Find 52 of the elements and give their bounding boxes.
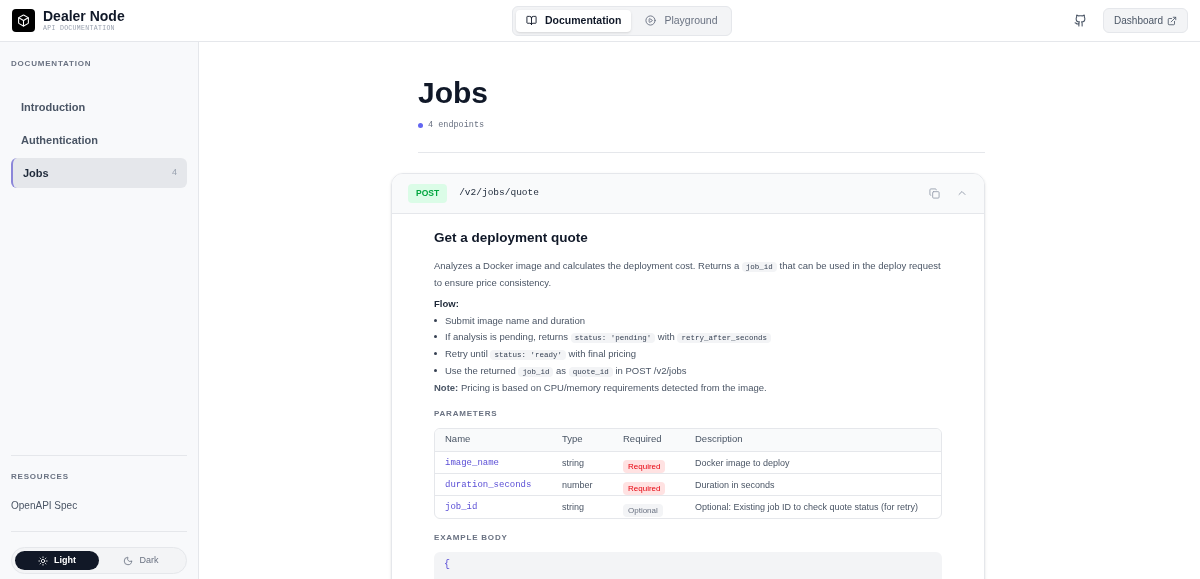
bullet-icon [434,352,437,356]
param-description: Duration in seconds [695,478,776,492]
sidebar-item[interactable]: Introduction [11,92,187,122]
page-title: Jobs [418,75,490,111]
external-link-icon [1167,15,1177,26]
bullet-icon [434,319,437,323]
example-heading: EXAMPLE BODY [434,531,509,544]
param-type: string [562,500,585,514]
param-name: image_name [445,456,500,470]
view-tab[interactable]: Playground [635,9,728,32]
endpoint-header[interactable]: POST /v2/jobs/quote [392,173,984,214]
note-text: Note: Pricing is based on CPU/memory requirements detected from the image. [434,381,768,396]
column-header: Required [623,432,663,447]
bullet-icon [434,369,437,373]
logo-icon [12,9,35,32]
endpoint-count: 4 endpoints [428,119,485,132]
resource-link[interactable]: OpenAPI Spec [11,498,187,513]
endpoint-title: Get a deployment quote [434,228,589,247]
code-block: { [434,551,942,579]
dashboard-button[interactable]: Dashboard [1103,8,1188,33]
github-icon[interactable] [1074,14,1088,27]
param-type: number [562,478,594,492]
parameters-heading: PARAMETERS [434,407,499,420]
method-badge: POST [408,183,448,203]
copy-icon[interactable] [929,187,940,199]
sidebar-item[interactable]: Jobs 4 [11,158,187,188]
brand-name: Dealer Node [43,8,125,23]
flow-heading: Flow: [434,297,460,311]
flow-step: Submit image name and duration [445,313,585,330]
book-icon [526,15,537,26]
param-name: job_id [445,500,479,514]
sidebar-item[interactable]: Authentication [11,125,187,155]
endpoint-path: /v2/jobs/quote [459,186,539,201]
column-header: Name [445,432,472,447]
column-header: Type [562,432,584,447]
sidebar-heading: DOCUMENTATION [11,58,93,70]
param-type: string [562,456,585,470]
theme-option[interactable]: Light [15,551,99,570]
view-tab[interactable]: Documentation [516,9,632,32]
param-description: Optional: Existing job ID to check quote status (for retry) [695,500,920,514]
column-header: Description [695,432,744,447]
param-description: Docker image to deploy [695,456,791,470]
bullet-icon [434,335,437,339]
required-badge: Optional [623,503,663,517]
theme-option[interactable]: Dark [99,551,183,570]
sun-icon [38,555,48,566]
required-badge: Required [623,459,666,473]
required-badge: Required [623,481,666,495]
param-name: duration_seconds [445,478,533,492]
moon-icon [123,555,134,566]
resources-heading: RESOURCES [11,471,70,483]
play-icon [645,15,657,26]
